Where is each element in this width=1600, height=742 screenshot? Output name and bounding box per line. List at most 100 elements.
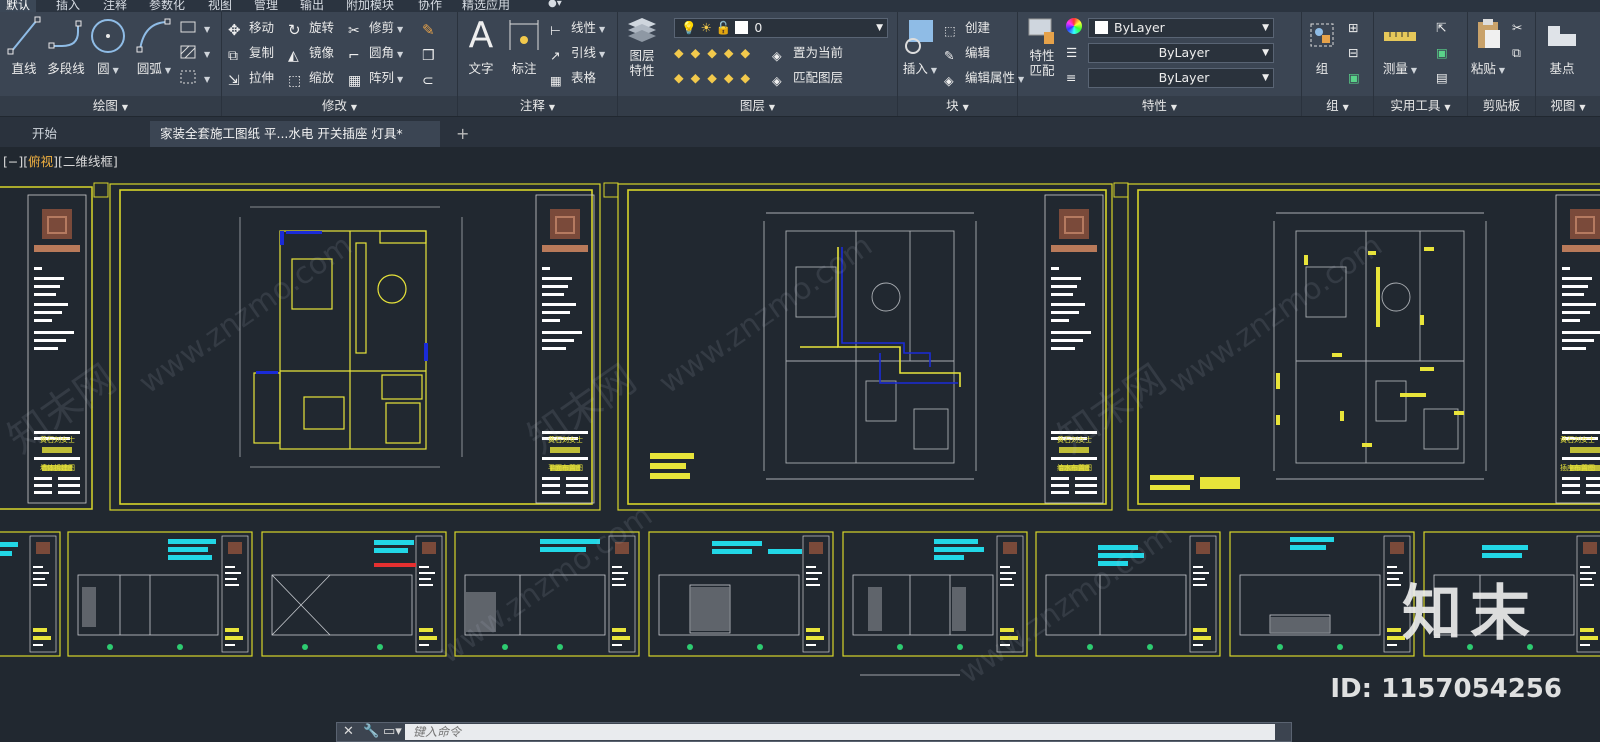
circle-button[interactable]: 圆 ▼ xyxy=(88,16,128,77)
offset-tool[interactable]: ⊂ xyxy=(422,68,443,89)
menu-tab-collaborate[interactable]: 协作 xyxy=(418,0,442,12)
drawing-canvas[interactable]: [−][俯视][二维线框] 黄石刘女士 墙体拆建图 黄石刘女士 平面布置图 黄石… xyxy=(0,147,1600,742)
stretch-tool[interactable]: ⇲ 拉伸 xyxy=(228,68,274,89)
line-button[interactable]: 直线 xyxy=(4,16,44,77)
group-button[interactable]: 组 xyxy=(1304,16,1340,77)
layer-properties-button[interactable]: 图层 特性 xyxy=(622,16,662,78)
ribbon: 直线 多段线 圆 ▼ 圆弧 ▼ ▼ ▼ ▼ 绘图 ▼ ✥ 移动 ↻ 旋转 ✂ 修剪 ▼ ⧉ 复制… xyxy=(0,12,1600,116)
menu-tab-default[interactable]: 默认 xyxy=(0,0,37,12)
rectangle-icon xyxy=(180,21,196,33)
panel-block: 插入 ▼ ⬚ 创建 ✎ 编辑 ◈ 编辑属性 ▼ 块 ▼ xyxy=(898,12,1024,116)
match-properties-button[interactable]: 特性 匹配 xyxy=(1022,16,1062,78)
rectangle-tool[interactable]: ▼ xyxy=(180,18,210,38)
linear-dim-tool[interactable]: ⊢ 线性 ▼ xyxy=(550,18,605,38)
trim-tool[interactable]: ✂ 修剪 ▼ xyxy=(348,18,403,39)
layer-dropdown[interactable]: 💡 ☀ 🔓 0 ▼ xyxy=(674,18,888,38)
explode-tool[interactable]: ❒ xyxy=(422,43,443,64)
panel-view-title[interactable]: 视图 ▼ xyxy=(1536,96,1600,116)
calculator-icon[interactable]: ▤ xyxy=(1436,68,1448,88)
menu-tab-output[interactable]: 输出 xyxy=(300,0,324,12)
ungroup-icon[interactable]: ⊞ xyxy=(1348,18,1358,38)
menu-tab-annotate[interactable]: 注释 xyxy=(103,0,127,12)
command-history-icon[interactable]: ▭▾ xyxy=(383,724,402,739)
fillet-tool[interactable]: ⌐ 圆角 ▼ xyxy=(348,43,403,64)
create-block-tool[interactable]: ⬚ 创建 xyxy=(944,18,990,38)
panel-properties: 特性 匹配 ByLayer ▼ ☰ ByLayer ▼ ≡ ByLayer ▼ 特性 ▼ xyxy=(1018,12,1302,116)
command-input[interactable] xyxy=(405,724,1275,740)
close-icon[interactable]: ✕ xyxy=(343,724,354,739)
menu-tab-manage[interactable]: 管理 xyxy=(254,0,278,12)
leader-icon: ↗ xyxy=(550,48,561,63)
move-icon: ✥ xyxy=(228,21,241,39)
text-button[interactable]: A 文字 xyxy=(462,16,500,77)
offset-icon: ⊂ xyxy=(422,73,434,89)
lineweight-icon: ≡ xyxy=(1066,70,1077,85)
copy-tool[interactable]: ⧉ 复制 xyxy=(228,43,274,64)
menu-tab-insert[interactable]: 插入 xyxy=(56,0,80,12)
dimension-button[interactable]: 标注 xyxy=(504,16,544,77)
erase-tool[interactable]: ✎ xyxy=(422,18,443,39)
group-select-icon[interactable]: ▣ xyxy=(1348,68,1360,88)
table-tool[interactable]: ▦ 表格 xyxy=(550,68,596,88)
menu-tab-parametric[interactable]: 参数化 xyxy=(149,0,185,12)
quick-select-icon[interactable]: ⇱ xyxy=(1436,18,1446,38)
lineweight-dropdown[interactable]: ByLayer ▼ xyxy=(1088,68,1274,88)
tab-start[interactable]: 开始 xyxy=(22,121,67,147)
menu-tab-addons[interactable]: 附加模块 xyxy=(346,0,394,12)
polyline-button[interactable]: 多段线 xyxy=(46,16,86,77)
mirror-tool[interactable]: ◭ 镜像 xyxy=(288,43,334,64)
account-icon[interactable]: ●▾ xyxy=(548,0,562,9)
hatch-tool[interactable]: ▼ xyxy=(180,43,210,63)
group-icon xyxy=(1310,23,1334,47)
group-edit-icon[interactable]: ⊟ xyxy=(1348,43,1358,63)
elevation-sheets[interactable] xyxy=(0,531,1600,676)
array-tool[interactable]: ▦ 阵列 ▼ xyxy=(348,68,403,89)
insert-button[interactable]: 插入 ▼ xyxy=(900,16,940,77)
panel-modify-title[interactable]: 修改 ▼ xyxy=(222,96,457,116)
move-tool[interactable]: ✥ 移动 xyxy=(228,18,274,39)
panel-utilities-title[interactable]: 实用工具 ▼ xyxy=(1374,96,1467,116)
panel-layers-title[interactable]: 图层 ▼ xyxy=(618,96,897,116)
panel-groups-title[interactable]: 组 ▼ xyxy=(1302,96,1373,116)
lock-icon: 🔓 xyxy=(715,20,732,35)
edit-block-tool[interactable]: ✎ 编辑 xyxy=(944,43,990,63)
linetype-dropdown[interactable]: ByLayer ▼ xyxy=(1088,43,1274,63)
panel-layers: 图层 特性 💡 ☀ 🔓 0 ▼ ◆◆◆◆◆ ◈ 置为当前 ◆◆◆◆◆ ◈ 匹配图层 … xyxy=(618,12,898,116)
menu-bar: 默认 插入 注释 参数化 视图 管理 输出 附加模块 协作 精选应用 ●▾ xyxy=(0,0,1600,12)
layer-state-tools[interactable]: ◆◆◆◆◆ xyxy=(674,43,757,63)
linetype-icon: ☰ xyxy=(1066,45,1078,60)
set-current-tool[interactable]: ◈ 置为当前 xyxy=(772,43,843,63)
layer-color-swatch xyxy=(735,21,749,34)
layer-state-tools-2[interactable]: ◆◆◆◆◆ xyxy=(674,68,757,88)
panel-clipboard-title[interactable]: 剪贴板 xyxy=(1468,96,1535,116)
scale-tool[interactable]: ⬚ 缩放 xyxy=(288,68,334,89)
match-layer-tool[interactable]: ◈ 匹配图层 xyxy=(772,68,843,88)
cut-icon[interactable]: ✂ xyxy=(1512,18,1522,38)
arc-button[interactable]: 圆弧 ▼ xyxy=(134,16,174,77)
tab-drawing[interactable]: 家装全套施工图纸 平...水电 开关插座 灯具* ✕ xyxy=(150,121,440,167)
edit-attributes-tool[interactable]: ◈ 编辑属性 ▼ xyxy=(944,68,1024,88)
leader-tool[interactable]: ↗ 引线 ▼ xyxy=(550,43,605,63)
copy-clip-icon[interactable]: ⧉ xyxy=(1512,43,1521,63)
panel-clipboard: 粘贴 ▼ ✂ ⧉ 剪贴板 xyxy=(1468,12,1536,116)
wrench-icon[interactable]: 🔧 xyxy=(363,724,379,739)
paste-button[interactable]: 粘贴 ▼ xyxy=(1470,16,1506,77)
panel-properties-title[interactable]: 特性 ▼ xyxy=(1018,96,1301,116)
linear-dim-icon: ⊢ xyxy=(550,23,561,38)
color-dropdown[interactable]: ByLayer ▼ xyxy=(1088,18,1274,38)
menu-tab-featured[interactable]: 精选应用 xyxy=(462,0,510,12)
panel-draw-title[interactable]: 绘图 ▼ xyxy=(0,96,221,116)
rotate-tool[interactable]: ↻ 旋转 xyxy=(288,18,334,39)
sheet-demolition[interactable] xyxy=(0,186,93,510)
gradient-icon xyxy=(180,70,196,84)
panel-block-title[interactable]: 块 ▼ xyxy=(898,96,1017,116)
panel-annotation-title[interactable]: 注释 ▼ xyxy=(458,96,617,116)
gradient-tool[interactable]: ▼ xyxy=(180,68,210,88)
brand-logo: 知末 xyxy=(1402,579,1538,649)
select-all-icon[interactable]: ▣ xyxy=(1436,43,1448,63)
color-wheel-icon[interactable] xyxy=(1066,18,1082,38)
base-point-button[interactable]: 基点 xyxy=(1542,16,1582,77)
measure-button[interactable]: 测量 ▼ xyxy=(1380,16,1420,77)
new-tab-button[interactable]: + xyxy=(446,121,479,147)
menu-tab-view[interactable]: 视图 xyxy=(208,0,232,12)
